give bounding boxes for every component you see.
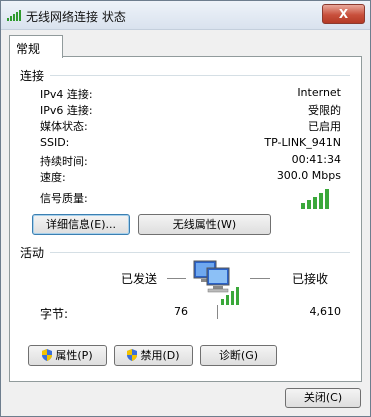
bytes-sent-value: 76 [174,305,188,318]
disable-button[interactable]: 禁用(D) [114,345,193,366]
ssid-label: SSID: [40,136,70,149]
activity-divider [50,252,350,253]
media-state-value: 已启用 [308,120,341,133]
sent-label: 已发送 [121,272,158,286]
connection-divider [50,75,350,76]
duration-label: 持续时间: [40,155,88,168]
signal-strength-icon [301,189,329,209]
disable-button-label: 禁用(D) [140,349,180,362]
activity-section-label: 活动 [20,244,45,261]
connection-section-label: 连接 [20,67,45,84]
bytes-label: 字节: [40,307,69,321]
activity-vertical-connector [217,305,218,319]
ipv6-label: IPv6 连接: [40,104,93,117]
properties-button-label: 属性(P) [55,349,93,362]
ipv6-value: 受限的 [308,104,341,117]
received-label: 已接收 [292,272,329,286]
network-computers-icon [193,260,239,305]
ssid-value: TP-LINK_941N [264,136,341,149]
signal-quality-label: 信号质量: [40,192,88,205]
ipv4-label: IPv4 连接: [40,88,93,101]
general-panel: 连接 IPv4 连接: Internet IPv6 连接: 受限的 媒体状态: … [9,56,362,382]
speed-value: 300.0 Mbps [276,169,341,182]
close-button[interactable]: 关闭(C) [285,388,361,408]
details-button[interactable]: 详细信息(E)... [32,214,130,235]
tab-general-label: 常规 [16,42,41,56]
properties-button[interactable]: 属性(P) [28,345,107,366]
media-state-label: 媒体状态: [40,120,88,133]
ipv4-value: Internet [297,86,341,99]
tab-general[interactable]: 常规 [9,35,63,58]
close-icon: X [338,7,349,21]
speed-label: 速度: [40,171,66,184]
window-close-button[interactable]: X [322,4,365,24]
received-connector [250,278,270,279]
window-title: 无线网络连接 状态 [26,10,126,24]
duration-value: 00:41:34 [291,153,341,166]
wireless-signal-icon [7,10,21,21]
uac-shield-icon [127,349,138,361]
bytes-received-value: 4,610 [309,305,342,318]
sent-connector [167,278,186,279]
status-window: 无线网络连接 状态 X 常规 连接 IPv4 连接: Internet IPv6… [0,0,371,417]
uac-shield-icon [42,349,53,361]
title-bar: 无线网络连接 状态 X [1,1,370,30]
wireless-properties-button[interactable]: 无线属性(W) [138,214,271,235]
diagnose-button[interactable]: 诊断(G) [200,345,277,366]
